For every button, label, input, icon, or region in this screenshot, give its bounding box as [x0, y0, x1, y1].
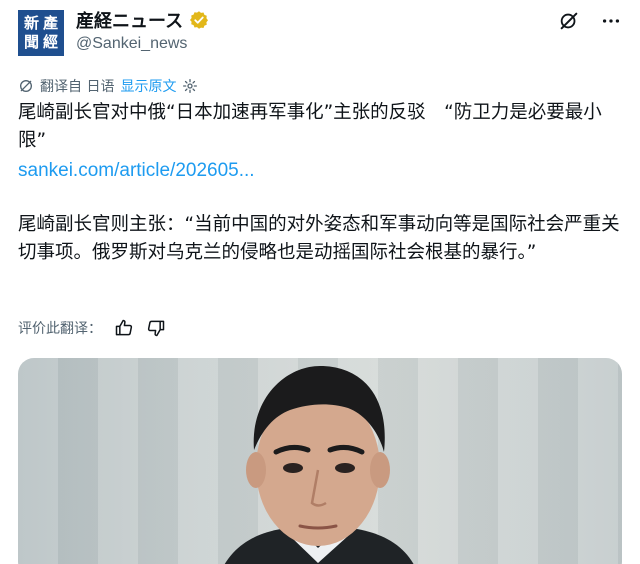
tweet-header: 新 產 聞 經 産経ニュース @Sankei_news	[18, 8, 622, 56]
translate-icon	[20, 80, 32, 92]
header-actions	[558, 10, 622, 32]
article-link[interactable]: sankei.com/article/202605...	[18, 157, 622, 185]
avatar-logo: 新 產 聞 經	[23, 15, 59, 51]
display-name[interactable]: 産経ニュース	[76, 7, 183, 33]
thumbs-down-icon[interactable]	[146, 318, 166, 338]
thumbs-up-icon[interactable]	[114, 318, 134, 338]
person-photo	[224, 366, 414, 564]
tweet-text: 尾崎副长官对中俄“日本加速再军事化”主张的反驳 “防卫力是必要最小限” sank…	[18, 99, 622, 267]
tweet-body: 尾崎副长官则主张：“当前中国的对外姿态和军事动向等是国际社会严重关切事项。俄罗斯…	[18, 214, 620, 263]
grok-icon[interactable]	[558, 10, 580, 32]
tweet-title: 尾崎副长官对中俄“日本加速再军事化”主张的反驳 “防卫力是必要最小限”	[18, 102, 602, 151]
avatar-glyph: 新	[23, 14, 39, 32]
avatar-glyph: 經	[42, 33, 58, 51]
avatar-glyph: 產	[42, 14, 58, 32]
avatar-glyph: 聞	[23, 33, 39, 51]
rate-translation-label: 评价此翻译：	[18, 321, 102, 337]
more-dots-icon[interactable]	[600, 10, 622, 32]
translation-info: 翻译自 日语 显示原文	[18, 76, 198, 96]
translated-from-label: 翻译自 日语	[40, 79, 115, 95]
account-info: 産経ニュース @Sankei_news	[76, 8, 209, 53]
gear-icon[interactable]	[182, 78, 198, 94]
rate-translation: 评价此翻译：	[18, 318, 166, 338]
account-handle[interactable]: @Sankei_news	[76, 35, 209, 53]
tweet-image[interactable]	[18, 358, 622, 564]
verified-badge-icon	[190, 11, 209, 29]
display-name-row[interactable]: 産経ニュース	[76, 8, 209, 32]
avatar[interactable]: 新 產 聞 經	[18, 10, 64, 56]
show-original-link[interactable]: 显示原文	[120, 76, 176, 96]
